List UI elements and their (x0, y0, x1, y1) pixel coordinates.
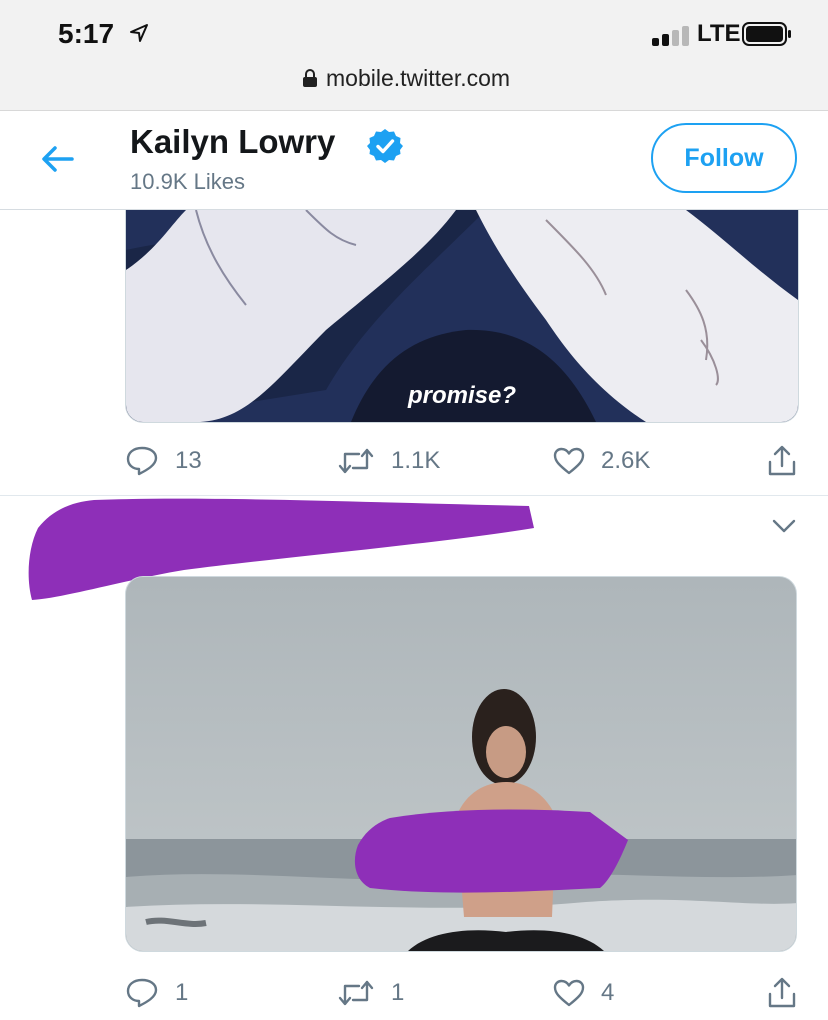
retweet-icon (338, 980, 374, 1006)
profile-header: Kailyn Lowry 10.9K Likes Follow (0, 111, 828, 210)
profile-name: Kailyn Lowry (130, 123, 336, 160)
network-type: LTE (697, 20, 741, 47)
share-icon (768, 977, 796, 1008)
chevron-down-icon[interactable] (770, 516, 798, 536)
signal-bars-icon (652, 26, 692, 46)
tweet-actions: 13 1.1K 2.6K (125, 441, 805, 481)
reply-count: 13 (175, 447, 202, 474)
heart-icon (553, 979, 585, 1007)
retweet-button[interactable]: 1 (337, 973, 404, 1013)
like-count: 2.6K (601, 447, 651, 474)
like-count: 4 (601, 979, 615, 1006)
like-button[interactable]: 2.6K (553, 441, 650, 481)
reply-icon (126, 446, 158, 476)
url-bar[interactable]: mobile.twitter.com (326, 65, 510, 92)
reply-button[interactable]: 13 (125, 441, 202, 481)
retweet-button[interactable]: 1.1K (337, 441, 440, 481)
location-arrow-icon (130, 24, 148, 42)
tweet-media-image[interactable]: promise? (125, 210, 799, 423)
lock-icon (303, 69, 317, 87)
redaction-mark (354, 809, 628, 893)
follow-button[interactable]: Follow (651, 123, 797, 193)
share-button[interactable] (765, 441, 815, 481)
status-time: 5:17 (58, 18, 115, 49)
heart-icon (553, 447, 585, 475)
likes-count: 10.9K Likes (130, 169, 245, 194)
reply-icon (126, 978, 158, 1008)
like-button[interactable]: 4 (553, 973, 614, 1013)
media-caption: promise? (407, 382, 517, 409)
reply-count: 1 (175, 979, 189, 1006)
tweet-actions: 1 1 4 (125, 973, 805, 1013)
retweet-count: 1 (391, 979, 405, 1006)
share-button[interactable] (765, 973, 815, 1013)
retweet-count: 1.1K (391, 447, 441, 474)
verified-badge-icon (367, 129, 403, 163)
status-bar: 5:17 LTE mobile.twitter.com (0, 0, 828, 111)
back-arrow-icon[interactable] (38, 141, 78, 177)
share-icon (768, 445, 796, 476)
retweet-icon (338, 448, 374, 474)
reply-button[interactable]: 1 (125, 973, 188, 1013)
battery-icon (742, 22, 791, 46)
